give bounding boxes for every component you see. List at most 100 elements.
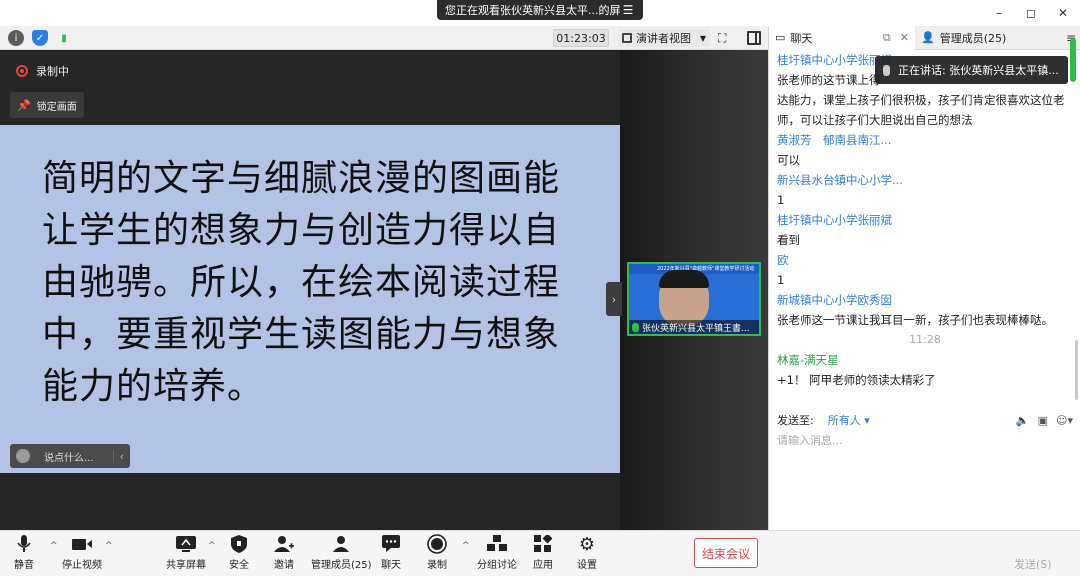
maximize-icon[interactable]: ◻	[1020, 2, 1042, 24]
slide-text: 简明的文字与细腻浪漫的图画能让学生的想象力与创造力得以自由驰骋。所以，在绘本阅读…	[42, 158, 561, 407]
info-icon[interactable]: i	[8, 30, 24, 46]
chat-bubble-icon: ▭	[775, 31, 786, 44]
mention-icon[interactable]: ☺▾	[1056, 414, 1073, 427]
chevron-down-icon: ▼	[699, 33, 706, 43]
thumbnail-name: 张伙英新兴县太平镇王書...	[642, 323, 750, 334]
chat-scrollbar[interactable]	[1075, 340, 1078, 400]
add-user-icon	[274, 535, 294, 553]
chevron-up-icon[interactable]: ^	[105, 541, 113, 551]
title-bar: 您正在观看张伙英新兴县太平...的屏幕 ☰ – ◻ ✕	[0, 0, 1080, 26]
chat-panel: ▭ 聊天 ⧉ ✕ 👤 管理成员(25) ≡ 桂圩镇中心小学张丽斌 张老师的这节课…	[768, 25, 1080, 530]
chat-label: 聊天	[381, 560, 401, 571]
recording-indicator: 录制中	[16, 63, 69, 79]
say-something-bar[interactable]: 说点什么... ‹	[10, 444, 130, 468]
main-video-area: 录制中 📌 锁定画面 简明的文字与细腻浪漫的图画能让学生的想象力与创造力得以自由…	[0, 50, 620, 530]
chevron-up-icon[interactable]: ^	[208, 541, 216, 551]
end-meeting-button[interactable]: 结束会议	[694, 538, 758, 568]
settings-label: 设置	[577, 560, 597, 571]
security-button[interactable]: 安全	[229, 535, 249, 571]
meeting-timer: 01:23:03	[553, 29, 609, 47]
participant-hair	[659, 270, 709, 288]
chevron-up-icon[interactable]: ^	[50, 541, 58, 551]
time-divider: 11:28	[909, 333, 941, 346]
view-mode-label: 演讲者视图	[636, 32, 691, 45]
signal-icon[interactable]: ▮	[56, 30, 72, 46]
stop-video-label: 停止视频	[62, 560, 102, 571]
message-body: +1！ 阿甲老师的领读太精彩了	[777, 373, 936, 387]
settings-button[interactable]: ⚙ 设置	[577, 533, 597, 572]
pin-icon: 📌	[17, 98, 31, 112]
breakout-label: 分组讨论	[477, 560, 517, 571]
tab-members[interactable]: 👤 管理成员(25)	[915, 26, 1012, 50]
screen-share-banner[interactable]: 您正在观看张伙英新兴县太平...的屏幕 ☰	[437, 0, 643, 20]
chat-tabs: ▭ 聊天 ⧉ ✕ 👤 管理成员(25) ≡	[769, 25, 1080, 50]
members-button[interactable]: 管理成员(25)	[311, 535, 372, 571]
view-mode-dropdown[interactable]: 演讲者视图 ▼	[618, 29, 710, 47]
participant-thumbnail[interactable]: 2022年新兴县"卓越教师"课堂教学研讨活动 张伙英新兴县太平镇王書...	[627, 262, 761, 336]
close-icon[interactable]: ✕	[1052, 2, 1074, 24]
popout-icon[interactable]: ⧉	[883, 31, 891, 45]
share-screen-icon	[176, 535, 196, 553]
speaking-text: 正在讲话: 张伙英新兴县太平镇...	[898, 64, 1059, 77]
tab-members-label: 管理成员(25)	[939, 31, 1007, 45]
chat-input[interactable]: 请输入消息...	[777, 432, 1073, 512]
security-label: 安全	[229, 560, 249, 571]
record-button[interactable]: 录制	[427, 534, 447, 571]
breakout-icon	[487, 535, 507, 553]
message-body: 1	[777, 273, 785, 287]
speaker-view-icon	[622, 33, 632, 43]
message-body: 达能力，课堂上孩子们很积极，孩子们肯定很喜欢这位老师，可以让孩子们大胆说出自己的…	[777, 93, 1065, 127]
stop-video-button[interactable]: 停止视频	[62, 535, 102, 571]
shield-icon[interactable]: ✓	[32, 30, 48, 46]
menu-icon[interactable]: ☰	[621, 3, 635, 17]
chevron-up-icon[interactable]: ^	[462, 541, 470, 551]
microphone-icon	[14, 535, 34, 553]
volume-level-bar	[1070, 38, 1076, 82]
apps-icon	[533, 535, 553, 553]
share-screen-label: 共享屏幕	[166, 560, 206, 571]
members-icon: 👤	[921, 31, 935, 44]
chat-input-placeholder: 请输入消息...	[777, 434, 843, 447]
message-sender: 黄淑芳 郁南县南江...	[777, 133, 892, 147]
emoji-icon[interactable]	[16, 449, 30, 463]
gear-icon: ⚙	[578, 533, 596, 555]
voice-icon[interactable]: 🔈	[1016, 414, 1030, 427]
fullscreen-icon[interactable]: ⛶	[718, 31, 732, 45]
breakout-button[interactable]: 分组讨论	[477, 535, 517, 571]
record-icon	[427, 534, 447, 554]
mic-icon	[632, 322, 639, 332]
mute-button[interactable]: 静音	[14, 535, 34, 571]
shield-icon	[229, 535, 249, 553]
chevron-left-icon[interactable]: ‹	[112, 449, 124, 463]
members-label: 管理成员(25)	[311, 560, 372, 571]
tab-chat[interactable]: ▭ 聊天 ⧉ ✕	[769, 25, 915, 50]
chat-button[interactable]: 聊天	[381, 535, 401, 571]
tab-chat-label: 聊天	[790, 31, 813, 45]
lock-label: 锁定画面	[36, 101, 77, 113]
message-sender: 欧	[777, 253, 789, 267]
recording-label: 录制中	[36, 65, 69, 78]
thumbnail-name-bar: 张伙英新兴县太平镇王書...	[629, 320, 759, 334]
image-icon[interactable]: ▣	[1038, 414, 1048, 427]
message-body: 1	[777, 193, 785, 207]
mic-icon	[883, 64, 890, 76]
lock-screen-button[interactable]: 📌 锁定画面	[10, 92, 84, 118]
minimize-icon[interactable]: –	[988, 2, 1010, 24]
share-screen-button[interactable]: 共享屏幕	[166, 535, 206, 571]
message-body: 可以	[777, 153, 800, 167]
send-to-row: 发送至: 所有人 ▾ 🔈 ▣ ☺▾	[777, 411, 1073, 429]
send-button[interactable]: 发送(S)	[1014, 556, 1052, 572]
close-icon[interactable]: ✕	[900, 31, 909, 44]
apps-label: 应用	[533, 560, 553, 571]
collapse-strip-button[interactable]: ›	[606, 282, 622, 316]
side-panel-icon[interactable]	[747, 31, 761, 45]
apps-button[interactable]: 应用	[533, 535, 553, 571]
speaking-indicator: 正在讲话: 张伙英新兴县太平镇...	[875, 56, 1068, 84]
chat-bubble-icon	[381, 535, 401, 553]
chat-messages[interactable]: 桂圩镇中心小学张丽斌 张老师的这节课上得 达能力，课堂上孩子们很积极，孩子们肯定…	[769, 50, 1080, 406]
meeting-top-bar: i ✓ ▮ 01:23:03 演讲者视图 ▼ ⛶	[0, 26, 768, 50]
send-to-dropdown[interactable]: 所有人 ▾	[828, 412, 870, 428]
invite-button[interactable]: 邀请	[274, 535, 294, 571]
window-controls: – ◻ ✕	[988, 2, 1074, 24]
record-label: 录制	[427, 560, 447, 571]
